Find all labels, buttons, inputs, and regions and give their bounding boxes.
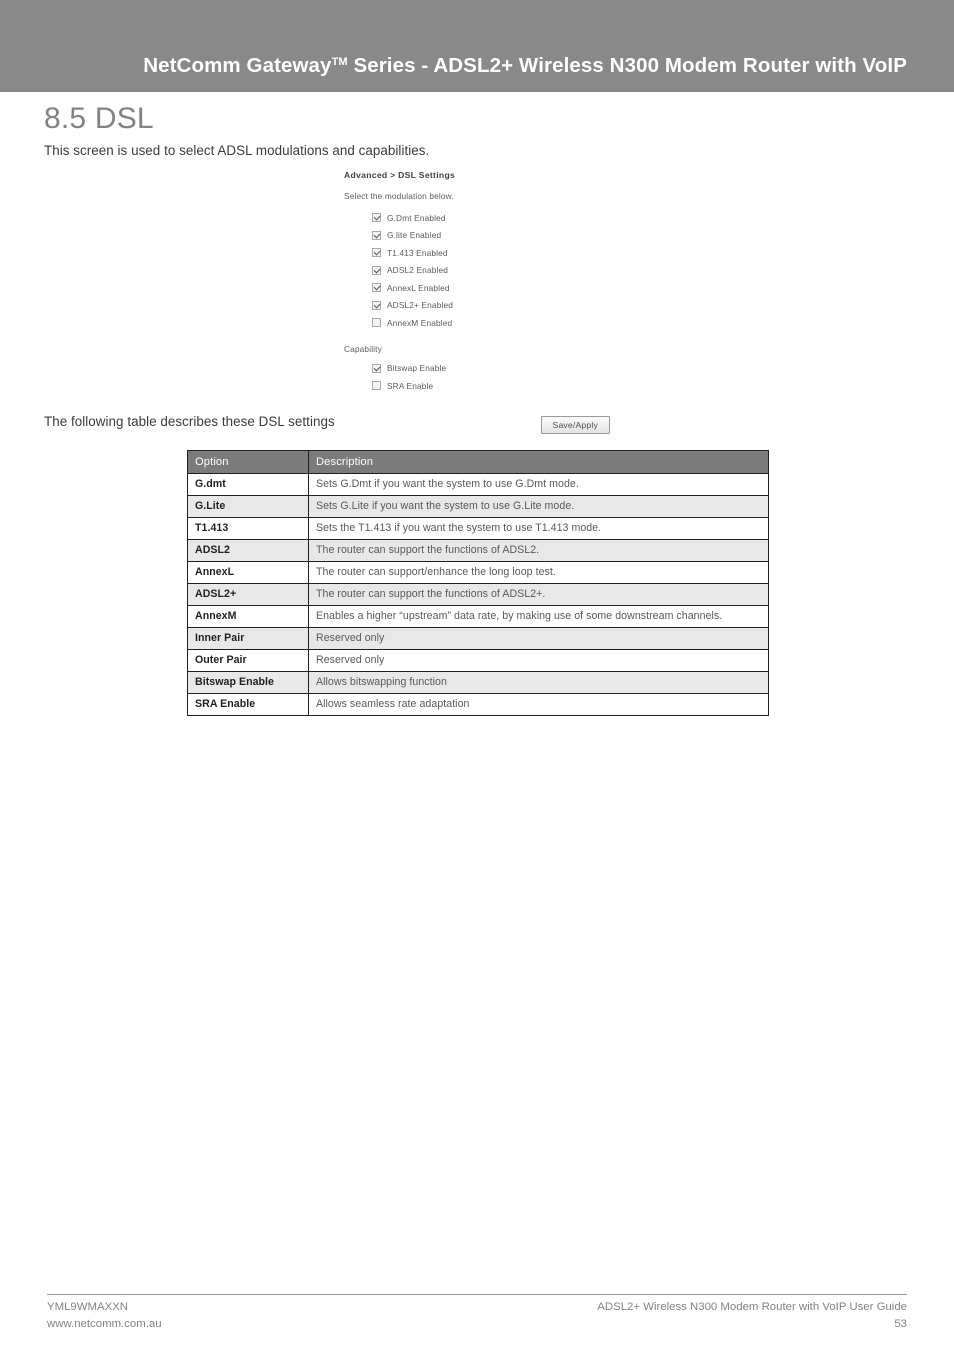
checkbox-adsl2-icon[interactable]	[372, 265, 381, 275]
table-row: Outer Pair Reserved only	[187, 649, 769, 672]
checkbox-bitswap-icon[interactable]	[372, 363, 381, 373]
checkbox-row-gdmt[interactable]: G.Dmt Enabled	[372, 209, 624, 227]
router-ui-button-row: Save/Apply	[344, 415, 624, 434]
page-header-band: NetComm GatewayTM Series - ADSL2+ Wirele…	[0, 0, 954, 92]
column-header-description: Description	[308, 450, 769, 474]
row-description: Allows bitswapping function	[308, 671, 769, 694]
row-option: Bitswap Enable	[187, 671, 309, 694]
table-row: ADSL2+ The router can support the functi…	[187, 583, 769, 606]
row-option: T1.413	[187, 517, 309, 540]
checkbox-row-annexl[interactable]: AnnexL Enabled	[372, 279, 624, 297]
dsl-settings-table: Option Description G.dmt Sets G.Dmt if y…	[187, 450, 769, 716]
row-description: Enables a higher “upstream” data rate, b…	[308, 605, 769, 628]
footer-guide-name: ADSL2+ Wireless N300 Modem Router with V…	[597, 1301, 907, 1313]
footer-page-number: 53	[894, 1317, 907, 1330]
page-header-title: NetComm GatewayTM Series - ADSL2+ Wirele…	[143, 54, 907, 78]
checkbox-adsl2-label: ADSL2 Enabled	[387, 265, 448, 276]
table-row: T1.413 Sets the T1.413 if you want the s…	[187, 517, 769, 540]
row-option: G.Lite	[187, 495, 309, 518]
checkbox-adsl2plus-label: ADSL2+ Enabled	[387, 300, 453, 311]
checkbox-annexm-icon[interactable]	[372, 318, 381, 328]
trademark-symbol: TM	[331, 56, 348, 68]
header-title-rest: Series - ADSL2+ Wireless N300 Modem Rout…	[347, 54, 907, 77]
checkbox-glite-label: G.lite Enabled	[387, 230, 442, 241]
table-row: G.dmt Sets G.Dmt if you want the system …	[187, 473, 769, 496]
router-ui-screenshot: Advanced > DSL Settings Select the modul…	[344, 170, 624, 434]
row-option: AnnexM	[187, 605, 309, 628]
row-option: ADSL2	[187, 539, 309, 562]
table-row: AnnexL The router can support/enhance th…	[187, 561, 769, 584]
row-description: Sets G.Dmt if you want the system to use…	[308, 473, 769, 496]
row-description: Reserved only	[308, 627, 769, 650]
table-row: G.Lite Sets G.Lite if you want the syste…	[187, 495, 769, 518]
checkbox-row-sra[interactable]: SRA Enable	[372, 377, 624, 395]
column-header-option: Option	[187, 450, 309, 474]
row-description: Reserved only	[308, 649, 769, 672]
row-option: Inner Pair	[187, 627, 309, 650]
checkbox-t1413-label: T1.413 Enabled	[387, 247, 448, 258]
checkbox-row-t1413[interactable]: T1.413 Enabled	[372, 244, 624, 262]
row-option: SRA Enable	[187, 693, 309, 716]
checkbox-bitswap-label: Bitswap Enable	[387, 363, 447, 374]
modulation-prompt: Select the modulation below.	[344, 191, 454, 201]
table-head: Option Description	[187, 450, 769, 474]
checkbox-annexl-icon[interactable]	[372, 283, 381, 293]
checkbox-annexl-label: AnnexL Enabled	[387, 282, 450, 293]
table-row: ADSL2 The router can support the functio…	[187, 539, 769, 562]
table-header-row: Option Description	[187, 450, 769, 474]
footer-doc-code: YML9WMAXXN	[47, 1301, 129, 1313]
checkbox-glite-icon[interactable]	[372, 230, 381, 240]
footer-left-block: YML9WMAXXN www.netcomm.com.au	[47, 1299, 162, 1332]
checkbox-row-adsl2[interactable]: ADSL2 Enabled	[372, 262, 624, 280]
checkbox-t1413-icon[interactable]	[372, 248, 381, 258]
checkbox-sra-icon[interactable]	[372, 381, 381, 391]
checkbox-sra-label: SRA Enable	[387, 380, 434, 391]
table-row: Bitswap Enable Allows bitswapping functi…	[187, 671, 769, 694]
checkbox-adsl2plus-icon[interactable]	[372, 300, 381, 310]
row-description: Sets G.Lite if you want the system to us…	[308, 495, 769, 518]
header-title-main: NetComm Gateway	[143, 54, 332, 77]
row-option: G.dmt	[187, 473, 309, 496]
table-row: AnnexM Enables a higher “upstream” data …	[187, 605, 769, 628]
checkbox-gdmt-label: G.Dmt Enabled	[387, 212, 446, 223]
row-option: AnnexL	[187, 561, 309, 584]
checkbox-gdmt-icon[interactable]	[372, 213, 381, 223]
footer-right-block: ADSL2+ Wireless N300 Modem Router with V…	[597, 1299, 907, 1332]
modulation-options-group: G.Dmt Enabled G.lite Enabled T1.413 Enab…	[372, 209, 624, 332]
table-lead-paragraph: The following table describes these DSL …	[44, 414, 335, 429]
row-description: The router can support/enhance the long …	[308, 561, 769, 584]
breadcrumb: Advanced > DSL Settings	[344, 170, 456, 180]
row-description: The router can support the functions of …	[308, 539, 769, 562]
page-title: 8.5 DSL	[44, 102, 154, 135]
checkbox-row-glite[interactable]: G.lite Enabled	[372, 227, 624, 245]
capability-options-group: Bitswap Enable SRA Enable	[372, 360, 624, 395]
table-row: SRA Enable Allows seamless rate adaptati…	[187, 693, 769, 716]
row-option: Outer Pair	[187, 649, 309, 672]
save-apply-button[interactable]: Save/Apply	[540, 415, 610, 434]
capability-section-label: Capability	[344, 343, 382, 354]
checkbox-row-annexm[interactable]: AnnexM Enabled	[372, 314, 624, 332]
intro-paragraph: This screen is used to select ADSL modul…	[44, 143, 430, 158]
checkbox-annexm-label: AnnexM Enabled	[387, 317, 453, 328]
row-description: Allows seamless rate adaptation	[308, 693, 769, 716]
row-option: ADSL2+	[187, 583, 309, 606]
footer-website[interactable]: www.netcomm.com.au	[47, 1316, 162, 1333]
table-body: G.dmt Sets G.Dmt if you want the system …	[187, 473, 769, 716]
row-description: The router can support the functions of …	[308, 583, 769, 606]
checkbox-row-adsl2plus[interactable]: ADSL2+ Enabled	[372, 297, 624, 315]
footer-divider	[47, 1294, 907, 1295]
checkbox-row-bitswap[interactable]: Bitswap Enable	[372, 360, 624, 378]
table-row: Inner Pair Reserved only	[187, 627, 769, 650]
row-description: Sets the T1.413 if you want the system t…	[308, 517, 769, 540]
